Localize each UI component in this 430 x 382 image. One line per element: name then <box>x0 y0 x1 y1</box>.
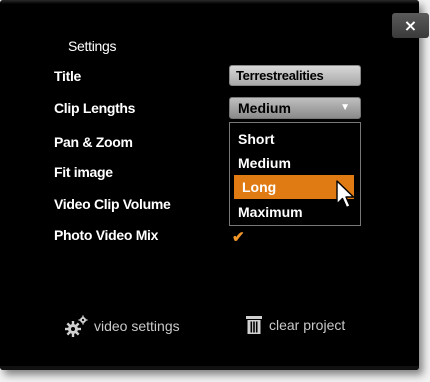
clip-lengths-value: Medium <box>238 100 291 116</box>
gear-icon <box>65 315 88 337</box>
title-input[interactable]: Terrestrealities <box>229 65 361 86</box>
close-icon: × <box>403 16 418 35</box>
bottom-divider <box>0 366 419 370</box>
photo-video-mix-label: Photo Video Mix <box>54 227 159 243</box>
panel-top-edge <box>0 0 419 4</box>
title-label: Title <box>54 68 82 84</box>
video-settings-button[interactable]: video settings <box>64 315 180 337</box>
video-settings-label: video settings <box>94 318 180 334</box>
clear-project-label: clear project <box>269 317 346 333</box>
trash-icon <box>246 316 262 334</box>
video-clip-volume-label: Video Clip Volume <box>54 196 171 212</box>
mouse-cursor-icon <box>336 180 355 209</box>
pan-zoom-label: Pan & Zoom <box>54 134 133 150</box>
menu-item-medium[interactable]: Medium <box>230 151 350 175</box>
menu-item-short[interactable]: Short <box>230 127 350 151</box>
clip-lengths-label: Clip Lengths <box>54 100 136 116</box>
close-button[interactable]: × <box>392 13 429 38</box>
photo-video-mix-checkbox[interactable]: ✔ <box>232 228 245 246</box>
settings-heading: Settings <box>68 38 117 54</box>
chevron-down-icon: ▼ <box>340 102 350 113</box>
clip-lengths-dropdown[interactable]: Medium ▼ <box>229 97 361 119</box>
clear-project-button[interactable]: clear project <box>245 315 345 335</box>
menu-item-maximum[interactable]: Maximum <box>230 200 350 224</box>
fit-image-label: Fit image <box>54 164 113 180</box>
